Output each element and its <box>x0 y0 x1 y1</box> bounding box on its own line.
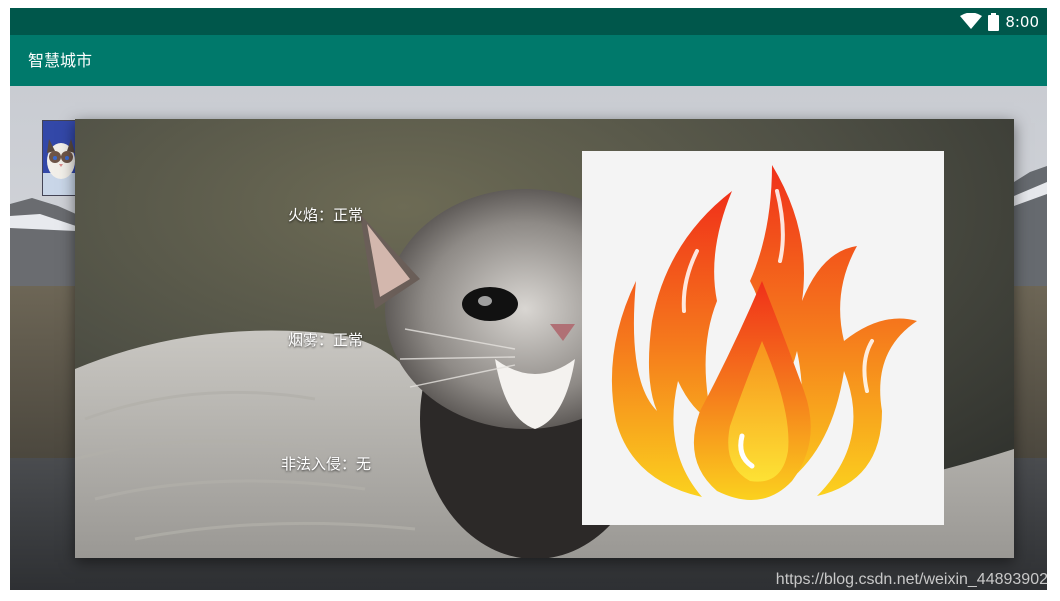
app-bar: 智慧城市 <box>10 35 1047 86</box>
app-title: 智慧城市 <box>28 51 93 70</box>
fire-icon <box>611 165 917 500</box>
battery-icon <box>988 12 1000 31</box>
status-dialog: 火焰：正常 烟雾：正常 非法入侵：无 <box>75 119 1014 558</box>
intrusion-status-label: 非法入侵：无 <box>281 455 372 473</box>
watermark-text: https://blog.csdn.net/weixin_44893902 <box>775 571 1048 588</box>
device-screen: 8:00 智慧城市 火焰：正常 烟雾：正常 非法入侵：无 <box>10 8 1047 590</box>
flame-status-label: 火焰：正常 <box>288 206 364 224</box>
fire-image-card <box>582 151 944 525</box>
smoke-status-label: 烟雾：正常 <box>288 331 364 349</box>
status-icons: 8:00 <box>960 8 1039 35</box>
cat-thumbnail[interactable] <box>42 120 78 196</box>
status-bar: 8:00 <box>10 8 1047 35</box>
wifi-icon <box>960 13 983 29</box>
status-time: 8:00 <box>1005 12 1039 31</box>
main-content: 火焰：正常 烟雾：正常 非法入侵：无 <box>10 86 1047 590</box>
